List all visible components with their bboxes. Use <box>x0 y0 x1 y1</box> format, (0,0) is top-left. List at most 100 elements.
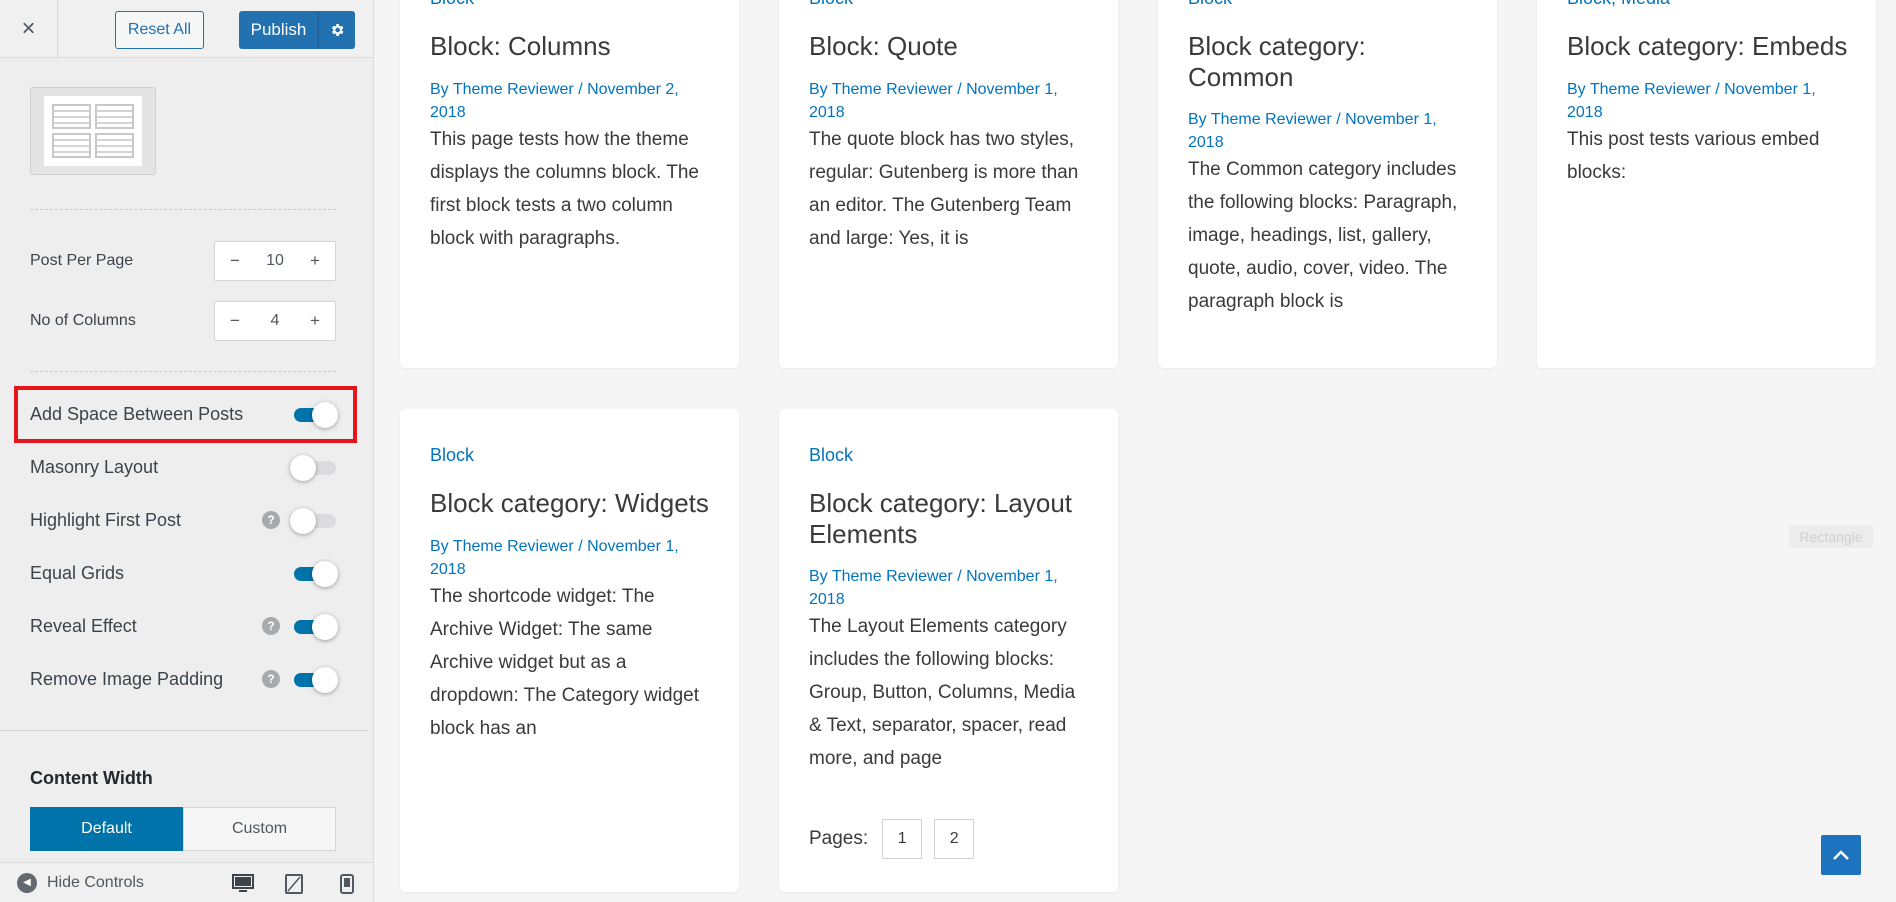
increment-button[interactable]: + <box>307 251 323 271</box>
post-per-page-value[interactable]: 10 <box>266 252 284 270</box>
post-category-link[interactable]: Block <box>430 0 474 9</box>
post-per-page-row: Post Per Page − 10 + <box>30 241 336 281</box>
reset-all-button[interactable]: Reset All <box>115 11 204 49</box>
post-per-page-stepper: − 10 + <box>214 241 336 281</box>
toggle-label: Equal Grids <box>30 562 125 583</box>
page-link-2[interactable]: 2 <box>934 819 975 859</box>
post-category-link[interactable]: Block <box>809 0 853 9</box>
scroll-to-top-button[interactable] <box>1821 835 1861 875</box>
post-meta[interactable]: By Theme Reviewer / November 1, 2018 <box>430 535 709 581</box>
post-title[interactable]: Block category: Common <box>1188 31 1471 93</box>
mobile-icon <box>340 874 354 894</box>
toggle-row-equal-grids: Equal Grids <box>30 556 338 590</box>
grid-layout-icon <box>44 96 142 166</box>
toggle-row-highlight-first-post: Highlight First Post ? <box>30 503 336 537</box>
post-excerpt: This post tests various embed blocks: <box>1567 129 1820 183</box>
hide-controls-label: Hide Controls <box>47 873 144 891</box>
tablet-preview-button[interactable] <box>283 873 305 895</box>
toggle-label: Remove Image Padding <box>30 668 224 689</box>
highlight-annotation-box <box>14 386 357 443</box>
post-meta[interactable]: By Theme Reviewer / November 1, 2018 <box>1567 78 1846 124</box>
customizer-top-bar: × Reset All Publish <box>0 0 373 58</box>
chevron-up-icon <box>1833 850 1849 860</box>
post-per-page-label: Post Per Page <box>30 252 134 269</box>
post-category-link[interactable]: Block, Media <box>1567 0 1670 9</box>
pagination-label: Pages: <box>809 828 869 849</box>
section-divider <box>0 730 368 731</box>
increment-button[interactable]: + <box>307 311 323 331</box>
toggle-label: Reveal Effect <box>30 615 137 636</box>
publish-group: Publish <box>239 11 355 49</box>
decrement-button[interactable]: − <box>227 311 243 331</box>
customizer-footer: ◀ Hide Controls <box>0 862 373 902</box>
post-meta[interactable]: By Theme Reviewer / November 1, 2018 <box>809 78 1088 124</box>
site-preview: Block Block: Columns By Theme Reviewer /… <box>374 0 1896 902</box>
masonry-layout-toggle[interactable] <box>290 454 336 481</box>
divider <box>30 209 336 210</box>
post-excerpt: The Layout Elements category includes th… <box>809 616 1076 769</box>
tablet-icon <box>285 874 303 894</box>
toggle-row-masonry-layout: Masonry Layout <box>30 450 336 484</box>
no-of-columns-row: No of Columns − 4 + <box>30 301 336 341</box>
help-icon[interactable]: ? <box>262 617 280 635</box>
post-pagination: Pages: 1 2 <box>809 819 975 859</box>
post-excerpt: The quote block has two styles, regular:… <box>809 129 1079 249</box>
help-icon[interactable]: ? <box>262 670 280 688</box>
publish-settings-button[interactable] <box>318 11 355 49</box>
hide-controls-button[interactable]: ◀ Hide Controls <box>0 872 144 893</box>
content-width-selector: Default Custom <box>30 807 336 851</box>
blog-layout-option[interactable] <box>30 87 156 175</box>
desktop-preview-button[interactable] <box>232 873 254 895</box>
post-category-link[interactable]: Block <box>430 445 474 466</box>
post-title[interactable]: Block category: Layout Elements <box>809 488 1092 550</box>
reveal-effect-toggle[interactable] <box>292 613 338 640</box>
layout-thumb-cell <box>95 133 134 158</box>
equal-grids-toggle[interactable] <box>292 560 338 587</box>
toggle-label: Highlight First Post <box>30 509 182 530</box>
layout-thumb-cell <box>95 104 134 129</box>
post-excerpt: This page tests how the theme displays t… <box>430 129 699 249</box>
layout-thumb-cell <box>52 104 91 129</box>
help-icon[interactable]: ? <box>262 511 280 529</box>
mobile-preview-button[interactable] <box>336 873 358 895</box>
desktop-icon <box>232 874 254 892</box>
post-excerpt: The Common category includes the followi… <box>1188 159 1458 312</box>
toggle-label: Masonry Layout <box>30 456 159 477</box>
no-of-columns-stepper: − 4 + <box>214 301 336 341</box>
post-card: Block Block category: Layout Elements By… <box>779 409 1118 892</box>
post-title[interactable]: Block: Columns <box>430 31 713 62</box>
divider <box>30 371 336 372</box>
post-card: Block Block category: Common By Theme Re… <box>1158 0 1497 368</box>
no-of-columns-label: No of Columns <box>30 312 136 329</box>
post-excerpt: The shortcode widget: The Archive Widget… <box>430 586 699 739</box>
post-meta[interactable]: By Theme Reviewer / November 1, 2018 <box>809 565 1088 611</box>
layout-thumb-cell <box>52 133 91 158</box>
gear-icon <box>331 24 344 36</box>
content-width-custom-button[interactable]: Custom <box>183 807 336 851</box>
post-title[interactable]: Block: Quote <box>809 31 1092 62</box>
post-card: Block, Media Block category: Embeds By T… <box>1537 0 1876 368</box>
post-category-link[interactable]: Block <box>809 445 853 466</box>
rectangle-overlay-label: Rectangle <box>1789 525 1873 548</box>
toggle-row-reveal-effect: Reveal Effect ? <box>30 609 338 643</box>
post-card: Block Block: Quote By Theme Reviewer / N… <box>779 0 1118 368</box>
post-title[interactable]: Block category: Widgets <box>430 488 713 519</box>
close-icon: × <box>21 15 36 42</box>
page-link-1[interactable]: 1 <box>882 819 923 859</box>
content-width-default-button[interactable]: Default <box>30 807 183 851</box>
remove-image-padding-toggle[interactable] <box>292 666 338 693</box>
decrement-button[interactable]: − <box>227 251 243 271</box>
toggle-row-remove-image-padding: Remove Image Padding ? <box>30 662 338 696</box>
post-meta[interactable]: By Theme Reviewer / November 2, 2018 <box>430 78 709 124</box>
highlight-first-post-toggle[interactable] <box>290 507 336 534</box>
close-customizer-button[interactable]: × <box>0 0 58 58</box>
no-of-columns-value[interactable]: 4 <box>271 312 280 330</box>
content-width-title: Content Width <box>30 768 153 788</box>
post-title[interactable]: Block category: Embeds <box>1567 31 1850 62</box>
post-category-link[interactable]: Block <box>1188 0 1232 9</box>
post-card: Block Block: Columns By Theme Reviewer /… <box>400 0 739 368</box>
post-meta[interactable]: By Theme Reviewer / November 1, 2018 <box>1188 108 1467 154</box>
publish-button[interactable]: Publish <box>239 11 318 49</box>
collapse-arrow-icon: ◀ <box>17 872 37 893</box>
customizer-sidebar: × Reset All Publish Post Per Page − 10 + <box>0 0 374 902</box>
